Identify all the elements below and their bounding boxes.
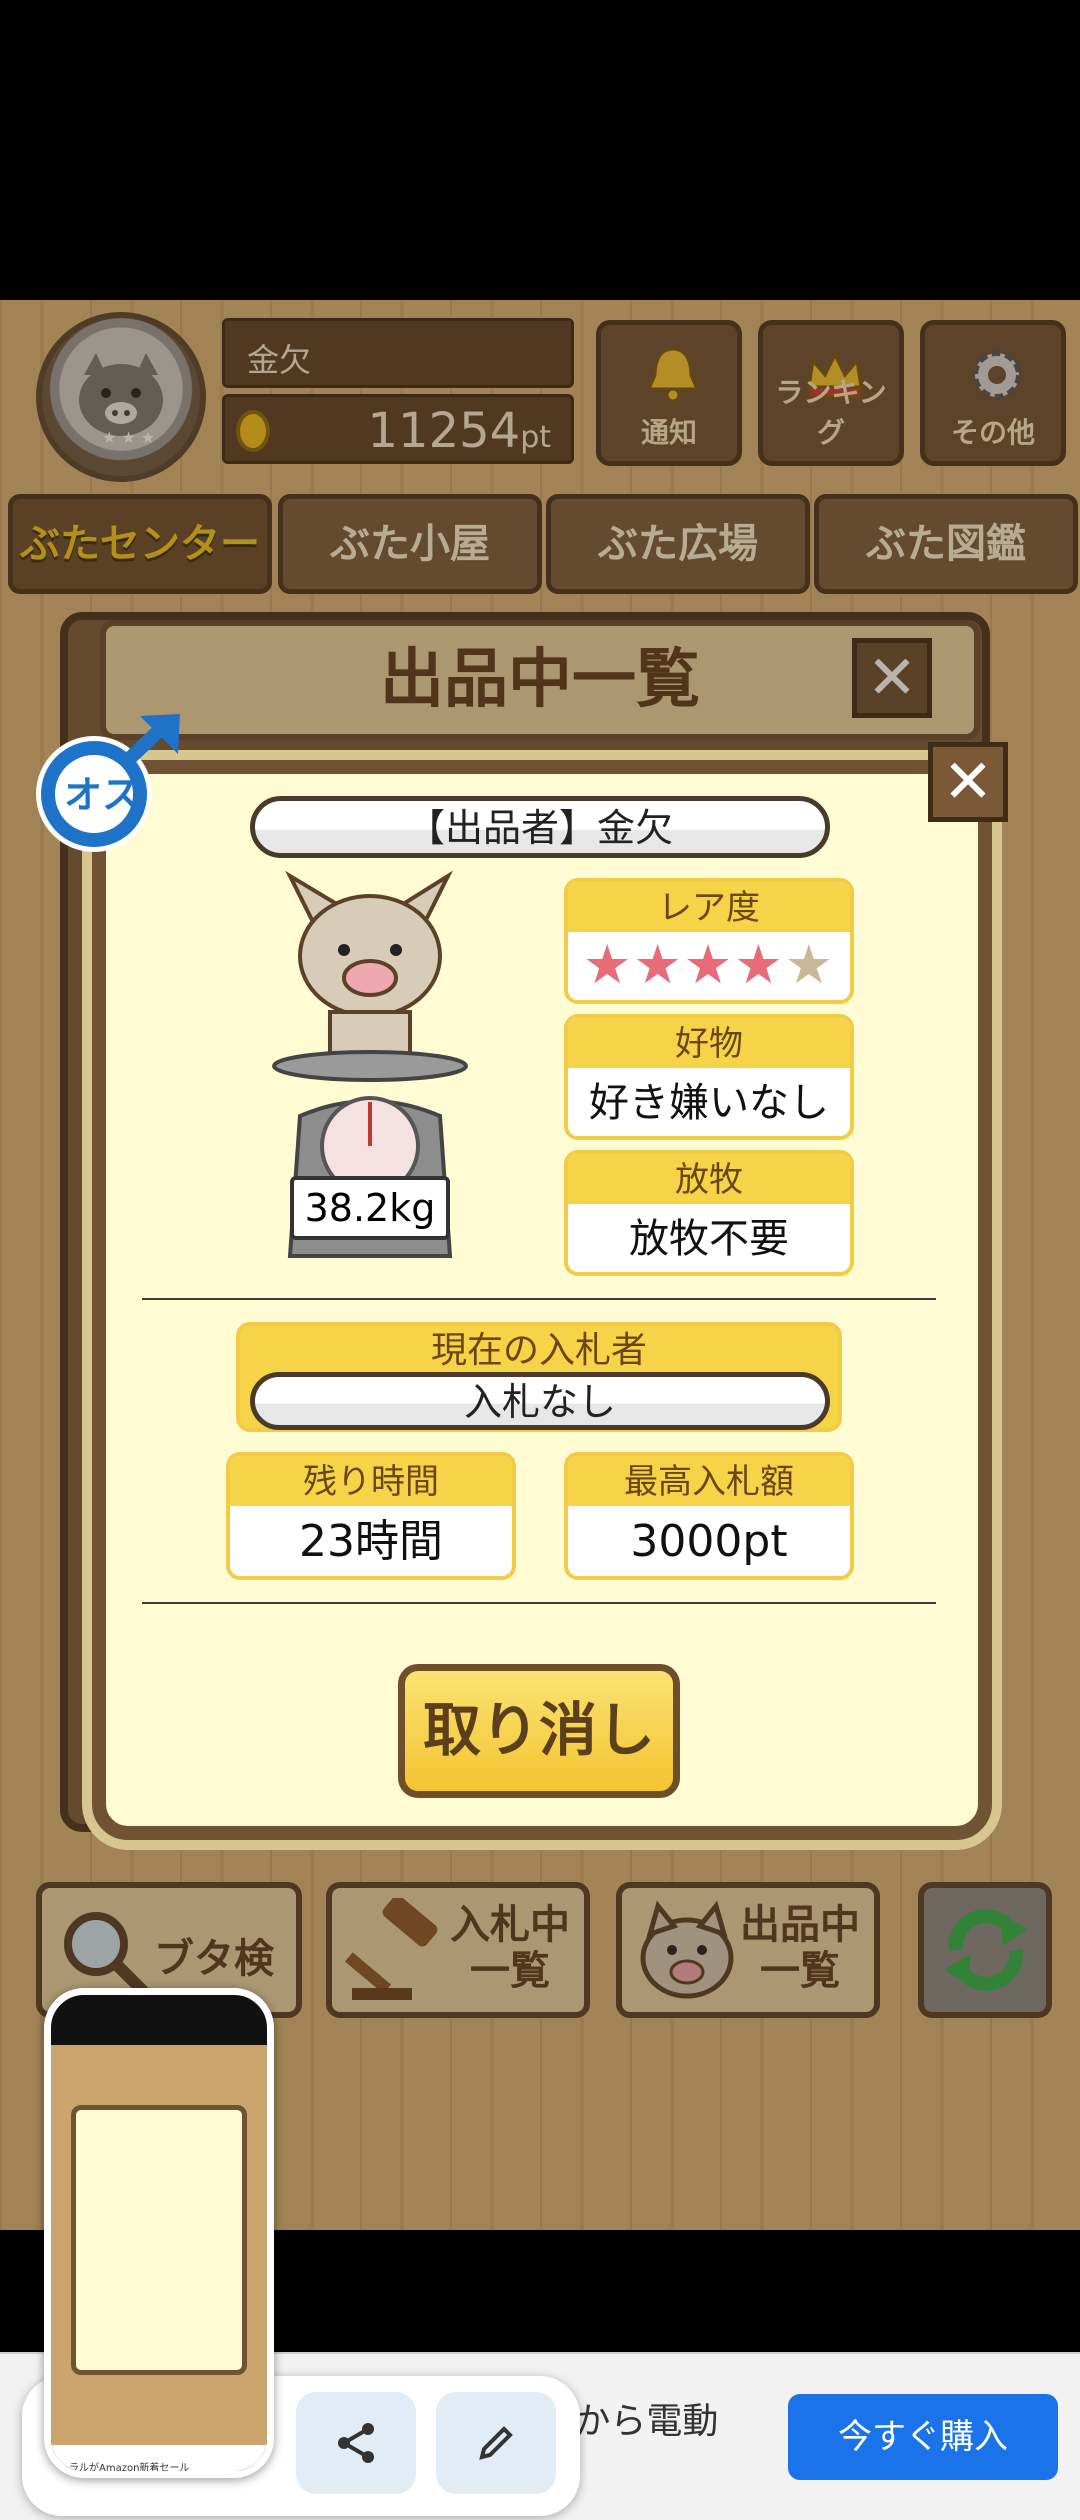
pencil-icon	[479, 2426, 513, 2460]
modal-close-button[interactable]: ✕	[928, 742, 1008, 822]
buy-now-button[interactable]: 今すぐ購入	[788, 2394, 1058, 2480]
edit-button[interactable]	[436, 2392, 556, 2494]
sex-badge-text: オス	[64, 773, 140, 817]
star-icon: ★	[734, 933, 785, 996]
favorite-label: 好物	[568, 1018, 850, 1068]
favorite-value: 好き嫌いなし	[589, 1080, 829, 1126]
star-icon: ★	[683, 933, 735, 996]
star-icon: ★	[633, 933, 684, 996]
remaining-time-box: 残り時間 23時間	[226, 1452, 516, 1580]
divider	[142, 1602, 936, 1604]
rarity-label: レア度	[568, 882, 850, 932]
favorite-box: 好物 好き嫌いなし	[564, 1014, 854, 1140]
grazing-label: 放牧	[568, 1154, 850, 1204]
current-bidder-label: 現在の入札者	[430, 1330, 647, 1371]
seller-pill: 【出品者】金欠	[250, 796, 830, 858]
max-bid-label: 最高入札額	[568, 1456, 850, 1506]
share-icon	[338, 2423, 374, 2463]
star-icon: ★	[582, 933, 634, 996]
rarity-stars: ★★★★★	[568, 932, 850, 998]
share-button[interactable]	[296, 2392, 416, 2494]
rarity-box: レア度 ★★★★★	[564, 878, 854, 1004]
max-bid-value: 3000pt	[630, 1516, 788, 1567]
thumbnail-modal	[71, 2105, 247, 2375]
remaining-time-value: 23時間	[299, 1516, 443, 1567]
current-bidder-value: 入札なし	[250, 1372, 830, 1430]
grazing-value: 放牧不要	[629, 1216, 789, 1262]
thumbnail-ad-caption: ーラルがAmazon新着セール	[51, 2445, 267, 2471]
divider	[142, 1298, 936, 1300]
weight-label: 38.2kg	[290, 1176, 450, 1240]
grazing-box: 放牧 放牧不要	[564, 1150, 854, 1276]
max-bid-box: 最高入札額 3000pt	[564, 1452, 854, 1580]
star-icon: ★	[784, 933, 836, 996]
cancel-listing-button[interactable]: 取り消し	[398, 1664, 680, 1798]
screenshot-thumbnail[interactable]: ーラルがAmazon新着セール	[44, 1988, 274, 2478]
remaining-time-label: 残り時間	[230, 1456, 512, 1506]
male-badge-icon: オス	[36, 714, 180, 852]
